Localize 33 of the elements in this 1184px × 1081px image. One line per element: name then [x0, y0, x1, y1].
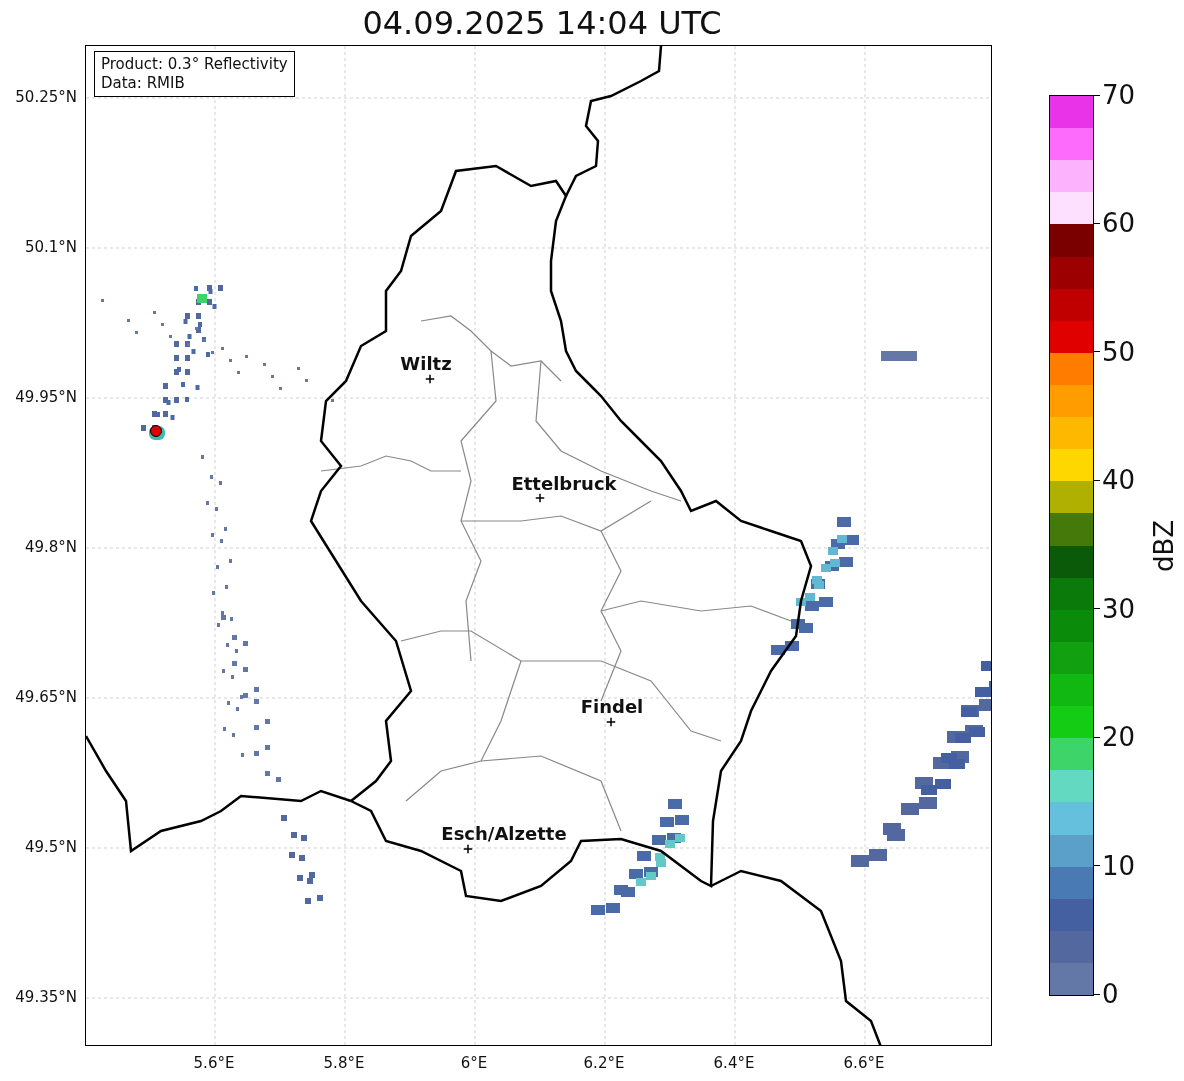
colorbar-tick-label: 50 [1102, 338, 1136, 365]
city-label: Esch/Alzette [441, 822, 567, 844]
colorbar-tick-label: 10 [1102, 852, 1136, 879]
latitude-label: 49.95°N [15, 388, 77, 406]
colorbar-unit-label: dBZ [1149, 519, 1179, 572]
colorbar-tick-label: 40 [1102, 467, 1136, 494]
city-label: Wiltz [400, 352, 452, 374]
city-label: Ettelbruck [511, 472, 617, 494]
city-label: Findel [580, 695, 644, 717]
info-text: Data: RMIB [101, 74, 186, 93]
colorbar-tick-label: 30 [1102, 595, 1136, 622]
info-text: Product: 0.3° Reflectivity [101, 55, 288, 74]
plus-icon [535, 493, 545, 503]
longitude-label: 5.6°E [193, 1054, 235, 1072]
colorbar-tick-label: 60 [1102, 210, 1136, 237]
longitude-label: 6.4°E [713, 1054, 755, 1072]
latitude-label: 50.1°N [24, 238, 77, 256]
colorbar-tick-label: 20 [1102, 724, 1136, 751]
colorbar-tick-label: 70 [1102, 82, 1136, 108]
latitude-label: 49.8°N [24, 538, 77, 556]
latitude-label: 49.35°N [15, 988, 77, 1006]
longitude-label: 6.2°E [583, 1054, 625, 1072]
chart-title: 04.09.2025 14:04 UTC [362, 3, 722, 42]
colorbar-tick-label: 0 [1102, 981, 1119, 1007]
latitude-label: 50.25°N [15, 88, 77, 106]
plus-icon [425, 374, 435, 384]
longitude-label: 6.6°E [843, 1054, 885, 1072]
plus-icon [606, 717, 616, 727]
latitude-label: 49.5°N [24, 838, 77, 856]
longitude-label: 6°E [460, 1054, 488, 1072]
longitude-label: 5.8°E [323, 1054, 365, 1072]
plus-icon [463, 844, 473, 854]
latitude-label: 49.65°N [15, 688, 77, 706]
